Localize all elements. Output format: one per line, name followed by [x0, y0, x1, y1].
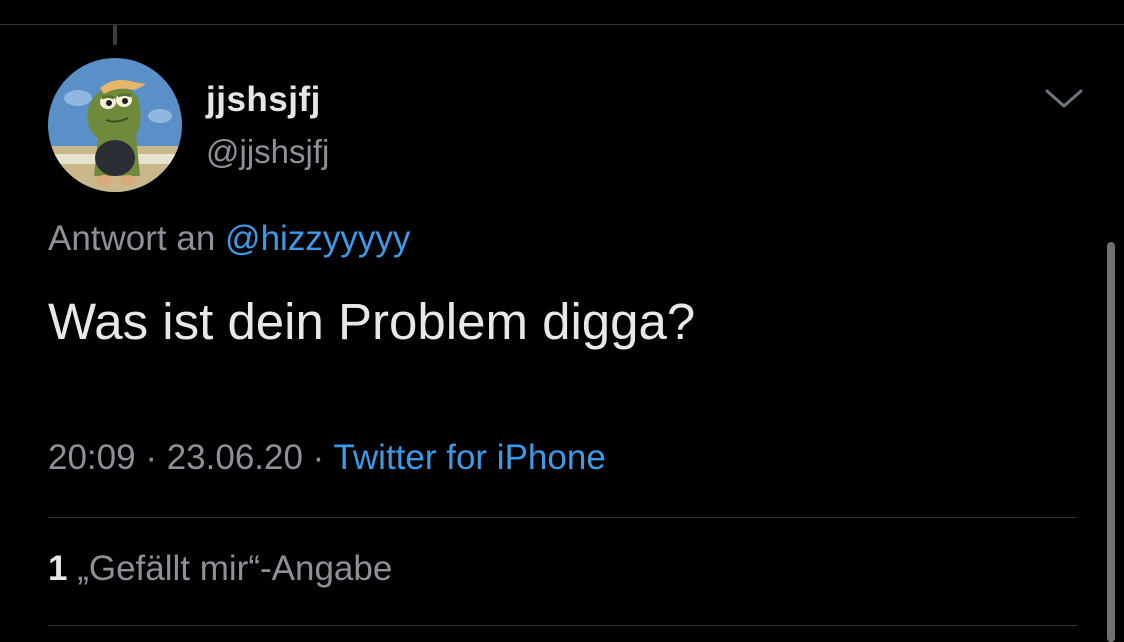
divider [48, 625, 1077, 626]
author-handle[interactable]: @jjshsjfj [206, 133, 329, 171]
author-display-name[interactable]: jjshsjfj [206, 80, 321, 120]
reply-mention-link[interactable]: @hizzyyyyy [225, 219, 410, 258]
tweet-text: Was ist dein Problem digga? [48, 293, 696, 350]
avatar[interactable] [48, 58, 182, 192]
divider [48, 517, 1077, 518]
meta-separator: · [135, 438, 167, 477]
top-divider [0, 24, 1124, 25]
tweet-metadata: 20:09 · 23.06.20 · Twitter for iPhone [48, 438, 606, 478]
reply-context: Antwort an @hizzyyyyy [48, 219, 410, 259]
scrollbar[interactable] [1107, 242, 1115, 642]
tweet-date: 23.06.20 [166, 438, 303, 477]
tweet-menu-button[interactable] [1044, 86, 1084, 112]
likes-count-link[interactable]: 1 „Gefällt mir“-Angabe [48, 549, 392, 589]
meta-separator: · [302, 438, 334, 477]
tweet-time: 20:09 [48, 438, 136, 477]
likes-label: „Gefällt mir“-Angabe [77, 549, 393, 588]
cartoon-fish-avatar-icon [48, 58, 182, 192]
thread-connector-line [113, 25, 117, 45]
likes-count: 1 [48, 549, 68, 588]
reply-prefix: Antwort an [48, 219, 216, 258]
tweet-source-link[interactable]: Twitter for iPhone [333, 438, 605, 477]
chevron-down-icon [1045, 89, 1083, 108]
